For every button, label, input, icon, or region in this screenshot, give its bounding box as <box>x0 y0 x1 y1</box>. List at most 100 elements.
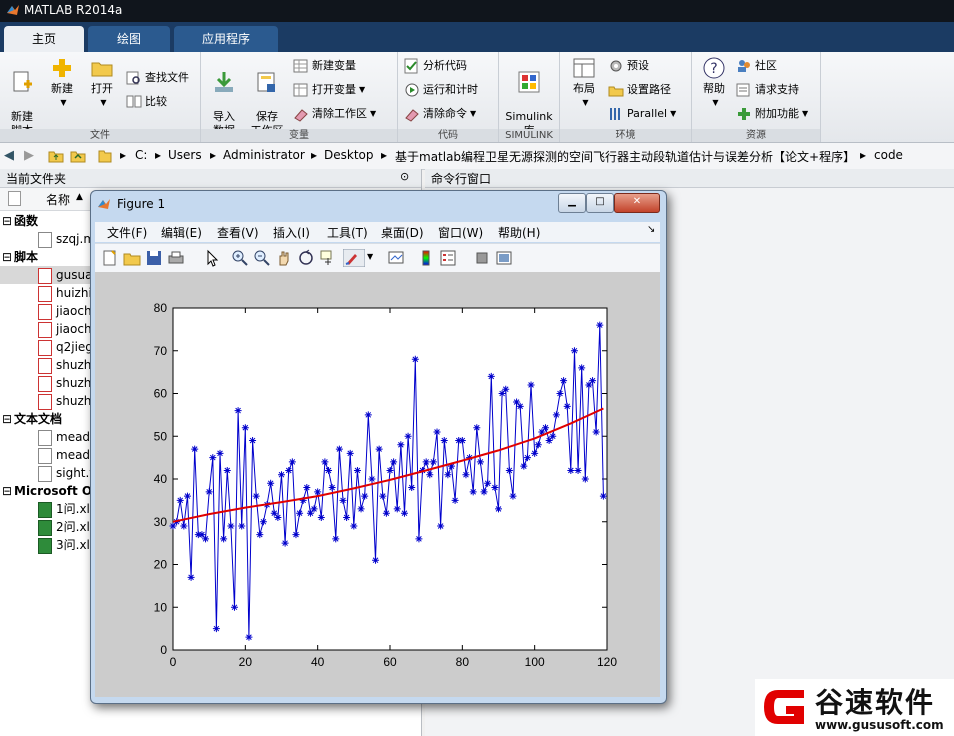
breadcrumb-item[interactable]: Administrator <box>223 148 305 162</box>
save-icon[interactable] <box>145 249 163 267</box>
panel-menu-icon[interactable]: ⊙ <box>400 170 409 183</box>
new-figure-icon[interactable] <box>101 249 119 267</box>
sort-arrow-icon: ▲ <box>76 192 83 202</box>
svg-text:?: ? <box>710 61 717 77</box>
simulink-library-button[interactable]: Simulink 库 <box>503 56 555 138</box>
breadcrumb-item[interactable]: C: <box>135 148 147 162</box>
list-item[interactable]: jiaoch <box>38 302 92 320</box>
maximize-button[interactable]: □ <box>586 193 614 213</box>
brush-icon[interactable] <box>343 249 365 267</box>
tab-home[interactable]: 主页 <box>4 26 84 52</box>
menu-tools[interactable]: 工具(T) <box>327 224 368 241</box>
menu-desktop[interactable]: 桌面(D) <box>381 224 424 241</box>
open-button[interactable]: 打开 ▼ <box>84 56 120 110</box>
parallel-button[interactable]: Parallel ▼ <box>608 104 676 124</box>
analyze-code-button[interactable]: 分析代码 <box>404 56 467 76</box>
breadcrumb-item[interactable]: 基于matlab编程卫星无源探测的空间飞行器主动段轨道估计与误差分析【论文+程序… <box>395 148 849 165</box>
list-item[interactable]: 1问.xls <box>38 500 96 518</box>
pan-hand-icon[interactable] <box>275 249 293 267</box>
title-bar: MATLAB R2014a <box>0 0 954 22</box>
compare-button[interactable]: 比较 <box>126 92 167 112</box>
clear-workspace-button[interactable]: 清除工作区 ▼ <box>293 104 376 124</box>
tab-apps[interactable]: 应用程序 <box>174 26 278 52</box>
browse-folder-icon[interactable] <box>70 148 86 164</box>
set-path-button[interactable]: 设置路径 <box>608 80 671 100</box>
zoom-out-icon[interactable] <box>253 249 271 267</box>
hide-plot-tools-icon[interactable] <box>473 249 491 267</box>
menu-edit[interactable]: 编辑(E) <box>161 224 202 241</box>
menu-insert[interactable]: 插入(I) <box>273 224 310 241</box>
new-button[interactable]: 新建 ▼ <box>44 56 80 110</box>
data-cursor-icon[interactable] <box>319 249 337 267</box>
list-item[interactable]: 2问.xls <box>38 518 96 536</box>
list-item[interactable]: mead <box>38 446 90 464</box>
open-file-icon[interactable] <box>123 249 141 267</box>
save-workspace-button[interactable]: 保存 工作区 <box>247 56 287 138</box>
legend-icon[interactable] <box>439 249 457 267</box>
list-item[interactable]: 3问.xls <box>38 536 96 554</box>
script-file-icon <box>38 303 52 320</box>
zoom-in-icon[interactable] <box>231 249 249 267</box>
tree-group-microsoft-office[interactable]: ⊟ Microsoft O <box>0 482 92 500</box>
menu-view[interactable]: 查看(V) <box>217 224 259 241</box>
community-button[interactable]: 社区 <box>736 56 777 76</box>
list-item[interactable]: jiaoch <box>38 320 92 338</box>
find-files-button[interactable]: 查找文件 <box>126 68 189 88</box>
resources-group: ? 帮助 ▼ 社区 请求支持 附加功能 ▼ 资源 <box>692 52 821 142</box>
preferences-button[interactable]: 预设 <box>608 56 649 76</box>
tree-group-text-documents[interactable]: ⊟ 文本文档 <box>0 410 62 428</box>
up-folder-icon[interactable] <box>48 148 64 164</box>
breadcrumb-item[interactable]: Desktop <box>324 148 374 162</box>
tree-group-scripts[interactable]: ⊟ 脚本 <box>0 248 38 266</box>
y-tick-label: 30 <box>154 515 168 529</box>
new-script-button[interactable]: 新建 脚本 <box>4 56 40 138</box>
list-item[interactable]: huizhi <box>38 284 92 302</box>
clear-commands-button[interactable]: 清除命令 ▼ <box>404 104 476 124</box>
list-item[interactable]: shuzh <box>38 374 91 392</box>
tree-group-functions[interactable]: ⊟ 函数 <box>0 212 38 230</box>
breadcrumb-separator: ▸ <box>311 148 318 162</box>
script-file-icon <box>38 357 52 374</box>
compare-icon <box>126 95 142 108</box>
name-column-header[interactable]: 名称 <box>46 191 70 208</box>
colorbar-icon[interactable] <box>417 249 435 267</box>
new-variable-button[interactable]: 新建变量 <box>293 56 356 76</box>
dock-arrow-icon[interactable]: ↘ <box>647 224 655 235</box>
rotate-3d-icon[interactable] <box>297 249 315 267</box>
layout-button[interactable]: 布局 ▼ <box>564 56 604 110</box>
show-plot-tools-icon[interactable] <box>495 249 513 267</box>
open-variable-button[interactable]: 打开变量 ▼ <box>293 80 365 100</box>
print-icon[interactable] <box>167 249 185 267</box>
list-item[interactable]: q2jieg <box>38 338 93 356</box>
run-and-time-button[interactable]: 运行和计时 <box>404 80 478 100</box>
list-item[interactable]: sight.t <box>38 464 94 482</box>
folder-icon <box>98 150 112 163</box>
breadcrumb-item[interactable]: Users <box>168 148 202 162</box>
chevron-down-icon[interactable]: ▼ <box>367 252 373 261</box>
y-tick-label: 60 <box>154 387 168 401</box>
link-plot-icon[interactable] <box>387 249 405 267</box>
breadcrumb-separator: ▸ <box>381 148 388 162</box>
list-item[interactable]: mead <box>38 428 90 446</box>
menu-file[interactable]: 文件(F) <box>107 224 147 241</box>
file-group: 新建 脚本 新建▼ 打开▼ 查找文件 比较 文件 <box>0 52 201 142</box>
plus-icon <box>53 59 71 77</box>
breadcrumb-item[interactable]: code <box>874 148 903 162</box>
import-data-button[interactable]: 导入 数据 <box>205 56 243 138</box>
add-ons-button[interactable]: 附加功能 ▼ <box>736 104 808 124</box>
back-icon[interactable]: ◀ <box>4 148 14 163</box>
close-button[interactable]: ✕ <box>614 193 660 213</box>
list-item[interactable]: szqj.m <box>38 230 95 248</box>
tab-plots[interactable]: 绘图 <box>88 26 170 52</box>
menu-window[interactable]: 窗口(W) <box>438 224 483 241</box>
plot-svg[interactable]: 0 20 40 60 80 100 120 0 10 20 30 40 50 60 70 80 <box>95 272 660 697</box>
pointer-icon[interactable] <box>203 249 221 267</box>
help-button[interactable]: ? 帮助 ▼ <box>696 56 732 110</box>
request-support-button[interactable]: 请求支持 <box>736 80 799 100</box>
forward-icon[interactable]: ▶ <box>24 148 34 163</box>
list-item[interactable]: shuzh <box>38 392 91 410</box>
menu-help[interactable]: 帮助(H) <box>498 224 540 241</box>
code-group: 分析代码 运行和计时 清除命令 ▼ 代码 <box>398 52 499 142</box>
list-item[interactable]: shuzh <box>38 356 91 374</box>
minimize-button[interactable]: ▁ <box>558 193 586 213</box>
